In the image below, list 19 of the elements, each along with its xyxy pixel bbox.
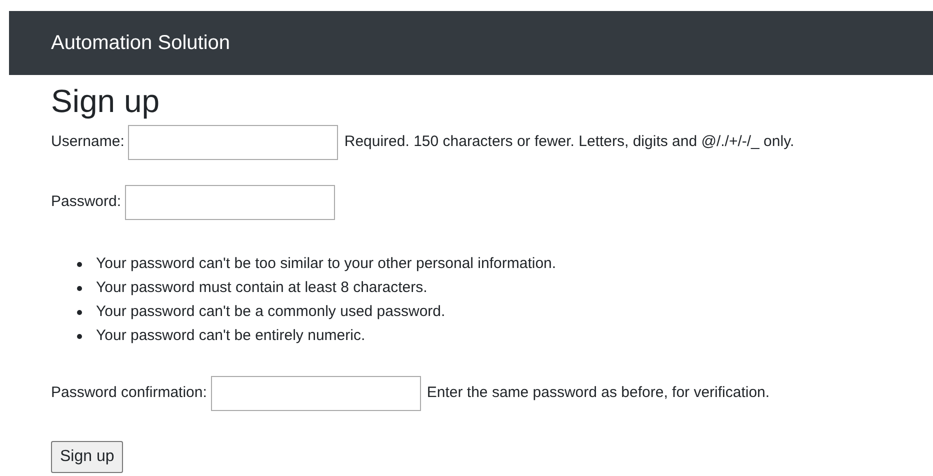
brand-title[interactable]: Automation Solution [51,28,230,58]
page-heading: Sign up [51,82,161,121]
input-field[interactable] [125,185,336,220]
field-label: Password confirmation: [51,383,207,404]
bullet-icon [77,310,82,314]
input-field[interactable] [128,125,338,160]
help-text: Your password can't be too similar to your other personal information. [96,254,556,274]
input-field[interactable] [210,376,421,411]
help-text: Enter the same password as before, for verification. [426,383,770,404]
submit-button[interactable]: Sign up [51,441,124,473]
bullet-icon [77,262,82,266]
bullet-icon [77,286,82,290]
help-text: Required. 150 characters or fewer. Letters, digits and @/./+/-/_ only. [344,132,794,152]
bullet-icon [77,334,82,338]
help-text: Your password can't be a commonly used password. [96,302,446,322]
field-label: Username: [51,132,124,152]
help-text: Your password can't be entirely numeric. [96,326,366,346]
field-label: Password: [51,192,122,212]
help-text: Your password must contain at least 8 characters. [96,278,428,298]
